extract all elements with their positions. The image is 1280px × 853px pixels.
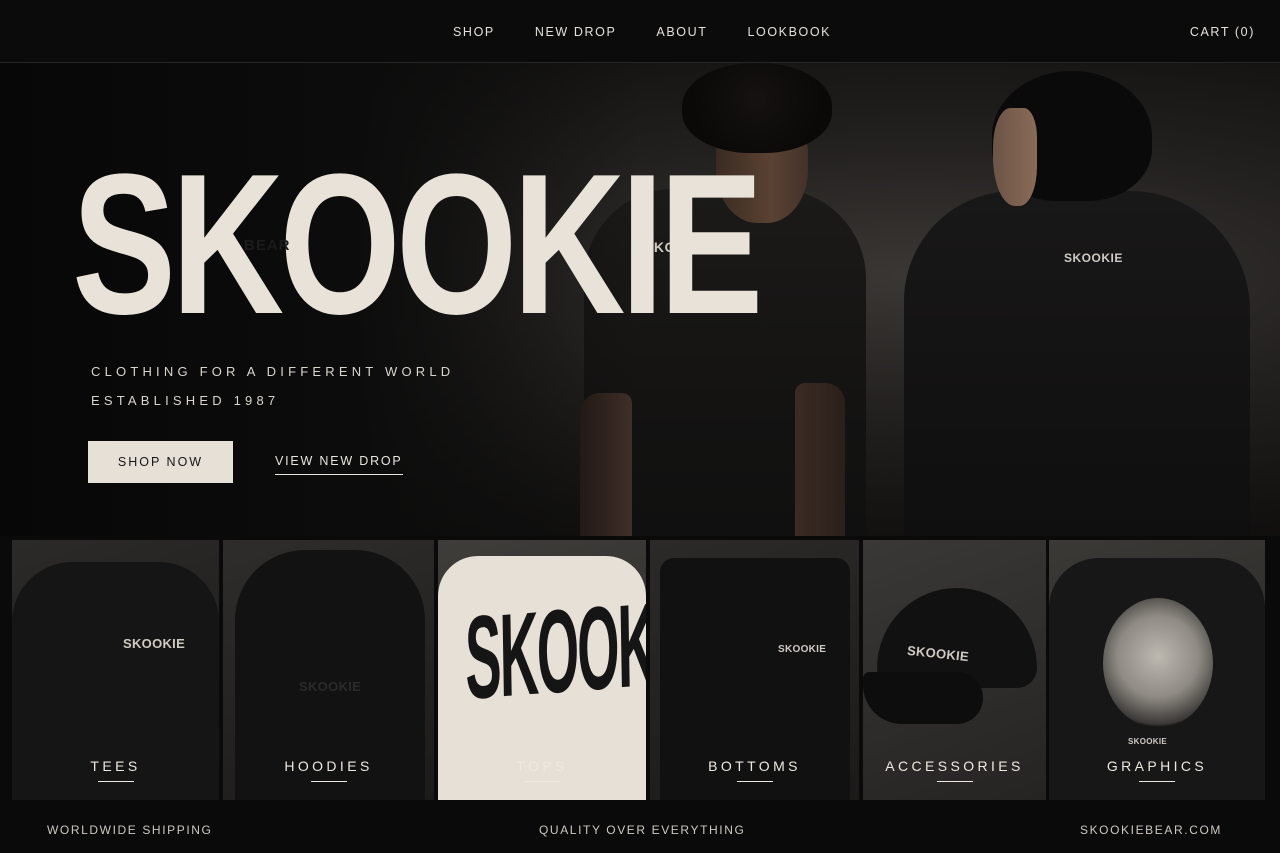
nav-link-new-drop[interactable]: NEW DROP (535, 25, 617, 39)
nav-link-about[interactable]: ABOUT (656, 25, 707, 39)
top-nav: SHOP NEW DROP ABOUT LOOKBOOK CART (0) (0, 0, 1280, 63)
category-underline (310, 781, 347, 782)
footer-website[interactable]: SKOOKIEBEAR.COM (1080, 823, 1222, 837)
hero-tagline: CLOTHING FOR A DIFFERENT WORLD (91, 364, 455, 379)
brand-wordmark: SKOOKIE (72, 133, 763, 356)
category-card-accessories[interactable]: SKOOKIE ACCESSORIES (863, 540, 1046, 800)
category-underline (736, 781, 773, 782)
brand-sub: BEAR (244, 237, 291, 254)
category-label: GRAPHICS (1106, 758, 1208, 774)
category-underline (524, 781, 560, 782)
garment-print: SKOOKIE (1128, 737, 1167, 746)
model-face (993, 108, 1037, 206)
category-card-tees[interactable]: SKOOKIE TEES (12, 540, 219, 800)
category-card-tops[interactable]: SKOOKIE TOPS (438, 540, 646, 800)
category-label: BOTTOMS (708, 758, 801, 774)
category-underline (1139, 781, 1175, 782)
category-card-graphics[interactable]: SKOOKIE GRAPHICS (1049, 540, 1265, 800)
category-underline (936, 781, 973, 782)
garment-print: SKOOKIE (778, 644, 827, 655)
hero-banner: SKOOKIE. SKOOKIE SKOOKIE BEAR CLOTHING F… (0, 63, 1280, 536)
category-card-hoodies[interactable]: SKOOKIE HOODIES (223, 540, 434, 800)
teddy-bear-graphic (1103, 598, 1213, 728)
hero-established: ESTABLISHED 1987 (91, 393, 280, 408)
hoodie-print: SKOOKIE (1064, 251, 1123, 265)
model-arm (795, 383, 845, 536)
category-underline (97, 781, 134, 782)
cap-brim (863, 672, 983, 724)
footer-quality: QUALITY OVER EVERYTHING (539, 823, 746, 837)
nav-links: SHOP NEW DROP ABOUT LOOKBOOK (453, 25, 831, 39)
shop-now-button[interactable]: SHOP NOW (88, 441, 233, 483)
garment-print: SKOOKIE (123, 636, 186, 651)
nav-link-shop[interactable]: SHOP (453, 25, 495, 39)
view-new-drop-link[interactable]: VIEW NEW DROP (275, 454, 403, 475)
category-strip: SKOOKIE TEES SKOOKIE HOODIES SKOOKIE TOP… (12, 540, 1265, 800)
nav-link-lookbook[interactable]: LOOKBOOK (747, 25, 831, 39)
cart-link[interactable]: CART (0) (1190, 25, 1255, 39)
category-label: TOPS (516, 758, 568, 774)
footer-bar: WORLDWIDE SHIPPING QUALITY OVER EVERYTHI… (0, 806, 1280, 853)
model-hoodie-photo (904, 191, 1250, 536)
brand-logo: SKOOKIE BEAR (72, 141, 763, 356)
category-label: TEES (90, 758, 141, 774)
footer-shipping: WORLDWIDE SHIPPING (47, 823, 213, 837)
category-label: ACCESSORIES (885, 758, 1024, 774)
category-card-bottoms[interactable]: SKOOKIE BOTTOMS (650, 540, 859, 800)
garment-print: SKOOKIE (299, 679, 362, 694)
category-label: HOODIES (284, 758, 373, 774)
garment-print: SKOOKIE (464, 574, 646, 725)
